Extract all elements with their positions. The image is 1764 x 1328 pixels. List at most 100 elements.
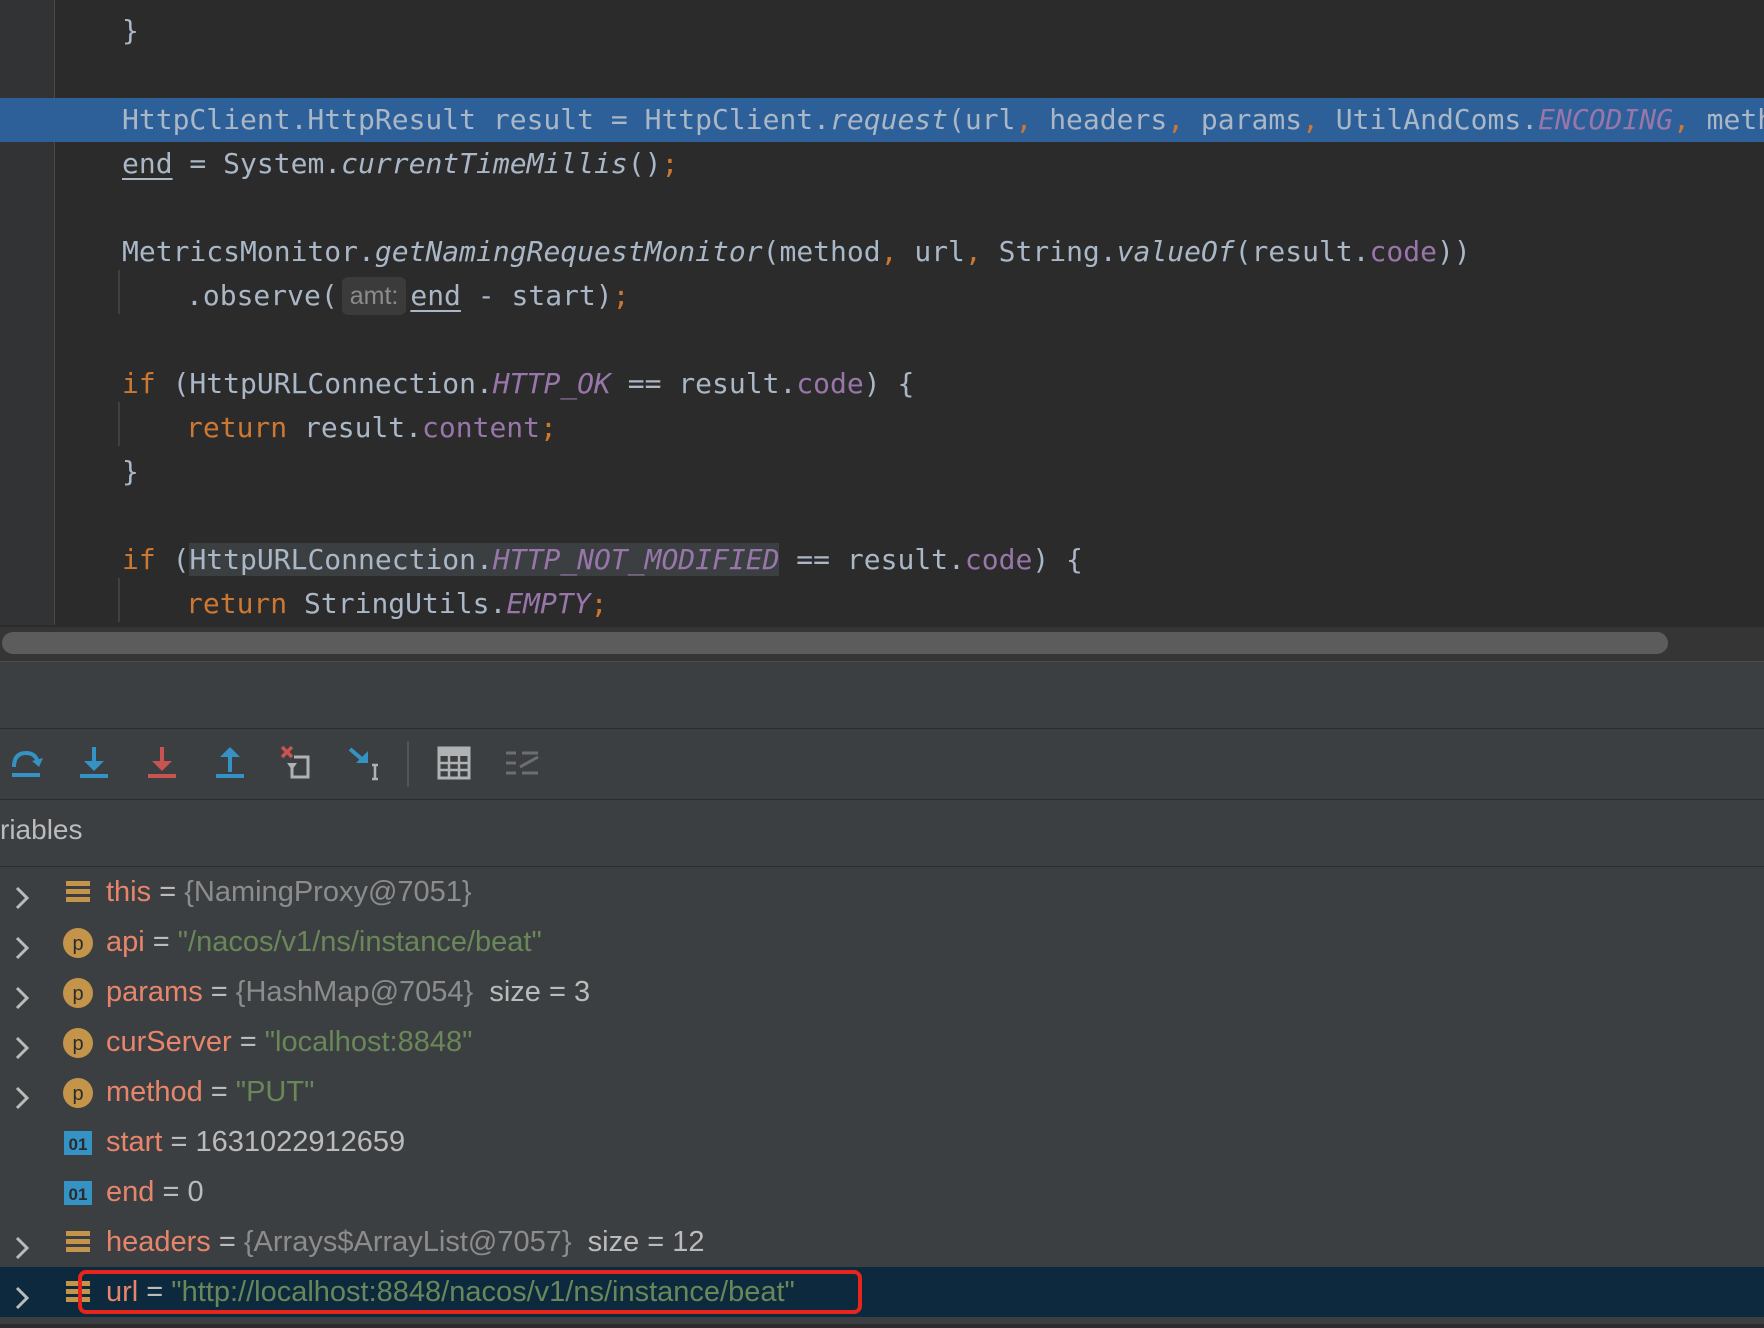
equals-sign: = — [210, 1226, 244, 1258]
variable-row-headers[interactable]: headers = {Arrays$ArrayList@7057} size =… — [0, 1217, 1764, 1267]
code-token: = System. — [172, 147, 342, 180]
chevron-right-icon[interactable] — [10, 878, 34, 910]
code-line-current[interactable]: HttpClient.HttpResult result = HttpClien… — [0, 98, 1764, 142]
variable-text: api = "/nacos/v1/ns/instance/beat" — [106, 917, 542, 967]
equals-sign: = — [202, 976, 236, 1008]
variable-value: 0 — [187, 1176, 204, 1208]
code-token: MetricsMonitor. — [122, 235, 375, 268]
code-text: return StringUtils.EMPTY; — [122, 582, 607, 625]
code-token: HTTP_NOT_MODIFIED — [492, 543, 780, 576]
chevron-right-icon[interactable] — [10, 928, 34, 960]
code-token: (result. — [1234, 235, 1370, 268]
step-out-icon — [216, 747, 244, 778]
code-text: HttpClient.HttpResult result = HttpClien… — [122, 98, 1764, 142]
drop-frame-icon — [280, 745, 310, 779]
svg-text:p: p — [72, 933, 83, 955]
trace-stream-button[interactable] — [498, 739, 546, 787]
variables-header: riables — [0, 800, 1764, 867]
chevron-right-icon[interactable] — [10, 1228, 34, 1260]
code-token: if — [122, 367, 156, 400]
code-token: , — [1015, 103, 1050, 136]
run-to-cursor-icon — [348, 747, 378, 781]
variable-text: headers = {Arrays$ArrayList@7057} size =… — [106, 1217, 705, 1267]
code-token: (method — [762, 235, 881, 268]
code-line[interactable]: if (HttpURLConnection.HTTP_NOT_MODIFIED … — [0, 538, 1764, 582]
primitive-icon: 01 — [62, 1125, 94, 1157]
code-line[interactable]: return StringUtils.EMPTY; — [0, 582, 1764, 625]
variable-size: size = 3 — [489, 976, 591, 1008]
code-token: )) — [1436, 235, 1471, 268]
field-icon — [62, 1225, 94, 1257]
variable-row-curServer[interactable]: p curServer = "localhost:8848" — [0, 1017, 1764, 1067]
chevron-right-icon[interactable] — [10, 978, 34, 1010]
chevron-right-icon[interactable] — [10, 1278, 34, 1310]
run-to-cursor-button[interactable] — [342, 739, 390, 787]
scrollbar-thumb[interactable] — [2, 632, 1668, 654]
variable-row-start[interactable]: 01 start = 1631022912659 — [0, 1117, 1764, 1167]
horizontal-scrollbar[interactable] — [0, 627, 1764, 662]
code-token: (url — [948, 103, 1016, 136]
code-token: HTTP_OK — [492, 367, 611, 400]
code-token: == result. — [779, 543, 965, 576]
equals-sign: = — [144, 926, 178, 958]
step-into-button[interactable] — [70, 739, 118, 787]
code-token: ) { — [1032, 543, 1083, 576]
variable-value: 1631022912659 — [195, 1126, 406, 1158]
svg-text:p: p — [72, 1033, 83, 1055]
variable-row-params[interactable]: p params = {HashMap@7054} size = 3 — [0, 967, 1764, 1017]
code-token: end — [410, 279, 461, 312]
code-token: HttpURLConnection. — [189, 543, 493, 576]
variable-text: method = "PUT" — [106, 1067, 314, 1117]
code-token: currentTimeMillis — [341, 147, 628, 180]
trace-stream-icon — [506, 751, 539, 775]
code-token: content — [422, 411, 541, 444]
variables-tree[interactable]: this = {NamingProxy@7051} p api = "/nacos/… — [0, 867, 1764, 1317]
code-token: end — [122, 147, 173, 180]
code-token: } — [122, 14, 139, 47]
code-line[interactable]: if (HttpURLConnection.HTTP_OK == result.… — [0, 362, 1764, 406]
drop-frame-button[interactable] — [274, 739, 322, 787]
code-token: if — [122, 543, 156, 576]
code-line[interactable]: end = System.currentTimeMillis(); — [0, 142, 1764, 186]
variable-row-api[interactable]: p api = "/nacos/v1/ns/instance/beat" — [0, 917, 1764, 967]
step-over-icon — [12, 750, 43, 777]
code-token: return — [186, 587, 288, 620]
variable-row-this[interactable]: this = {NamingProxy@7051} — [0, 867, 1764, 917]
code-token: HttpClient.HttpResult result = HttpClien… — [122, 103, 831, 136]
variable-row-method[interactable]: p method = "PUT" — [0, 1067, 1764, 1117]
code-editor[interactable]: } HttpClient.HttpResult result = HttpCli… — [0, 0, 1764, 625]
code-line[interactable]: } — [0, 9, 1764, 53]
variable-size: size = 12 — [587, 1226, 705, 1258]
variable-row-end[interactable]: 01 end = 0 — [0, 1167, 1764, 1217]
step-over-button[interactable] — [2, 739, 50, 787]
variable-name: method — [106, 1076, 203, 1108]
force-step-into-icon — [148, 747, 176, 778]
parameter-icon: p — [62, 925, 94, 958]
code-line[interactable]: return result.content; — [0, 406, 1764, 450]
code-text: } — [122, 9, 139, 53]
code-token: EMPTY — [506, 587, 591, 620]
force-step-into-button[interactable] — [138, 739, 186, 787]
code-token: (HttpURLConnection. — [155, 367, 493, 400]
code-token: ; — [612, 279, 630, 312]
code-token: ; — [540, 411, 557, 444]
code-token: , — [1167, 103, 1201, 136]
step-out-button[interactable] — [206, 739, 254, 787]
chevron-right-icon[interactable] — [10, 1028, 34, 1060]
variable-value: "localhost:8848" — [264, 1026, 473, 1058]
debug-panel: riables this = {NamingProxy@7051} p api = … — [0, 662, 1764, 1324]
code-line[interactable]: MetricsMonitor.getNamingRequestMonitor(m… — [0, 230, 1764, 274]
variable-name: end — [106, 1176, 155, 1208]
evaluate-expression-button[interactable] — [430, 739, 478, 787]
code-line[interactable]: } — [0, 450, 1764, 494]
chevron-right-icon[interactable] — [10, 1078, 34, 1110]
equals-sign: = — [154, 1176, 188, 1208]
variable-value: {NamingProxy@7051} — [184, 876, 472, 908]
code-token: code — [1369, 235, 1437, 268]
code-line[interactable]: .observe(amt: end - start); — [0, 274, 1764, 318]
code-token: , — [1672, 103, 1707, 136]
code-token: == result. — [610, 367, 797, 400]
debug-toolbar — [0, 729, 1764, 800]
variable-text: params = {HashMap@7054} size = 3 — [106, 967, 590, 1017]
code-token: ; — [590, 587, 608, 620]
